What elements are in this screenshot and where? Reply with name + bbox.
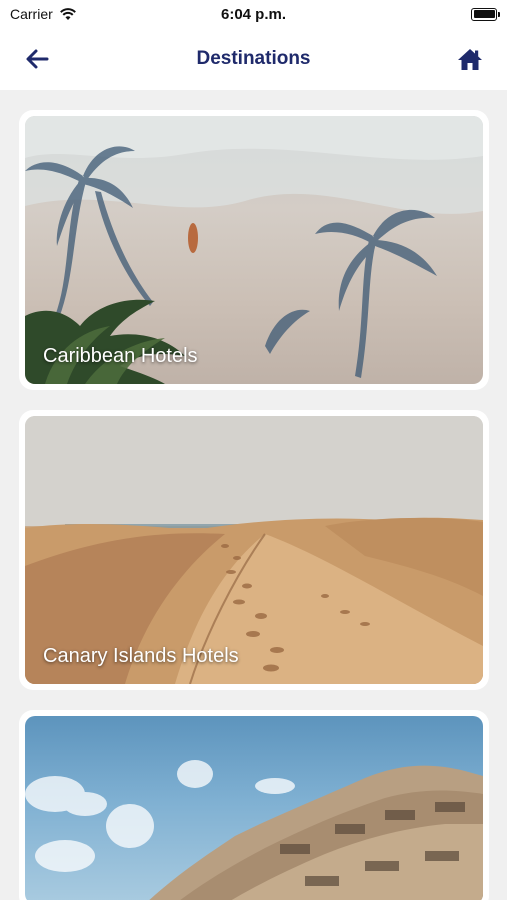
home-button[interactable] (453, 42, 487, 76)
destination-card-city[interactable] (19, 710, 489, 900)
arrow-left-icon (26, 49, 49, 69)
home-icon (458, 49, 482, 70)
status-left: Carrier (10, 6, 77, 22)
carrier-label: Carrier (10, 6, 53, 22)
destination-list: Caribbean Hotels Canary Islands Hotels (0, 90, 507, 900)
page-title: Destinations (196, 48, 311, 69)
sand-dunes-image: Canary Islands Hotels (25, 416, 483, 684)
destination-card-canary-islands[interactable]: Canary Islands Hotels (19, 410, 489, 690)
card-label: Canary Islands Hotels (43, 645, 239, 667)
caribbean-beach-image: Caribbean Hotels (25, 116, 483, 384)
card-label: Caribbean Hotels (43, 345, 198, 367)
status-bar: Carrier 6:04 p.m. (0, 0, 507, 28)
wifi-icon (59, 7, 77, 21)
battery-icon (471, 7, 500, 21)
destination-card-caribbean[interactable]: Caribbean Hotels (19, 110, 489, 390)
curved-building-image (25, 716, 483, 900)
nav-bar: Destinations (0, 28, 507, 90)
back-button[interactable] (20, 42, 54, 76)
